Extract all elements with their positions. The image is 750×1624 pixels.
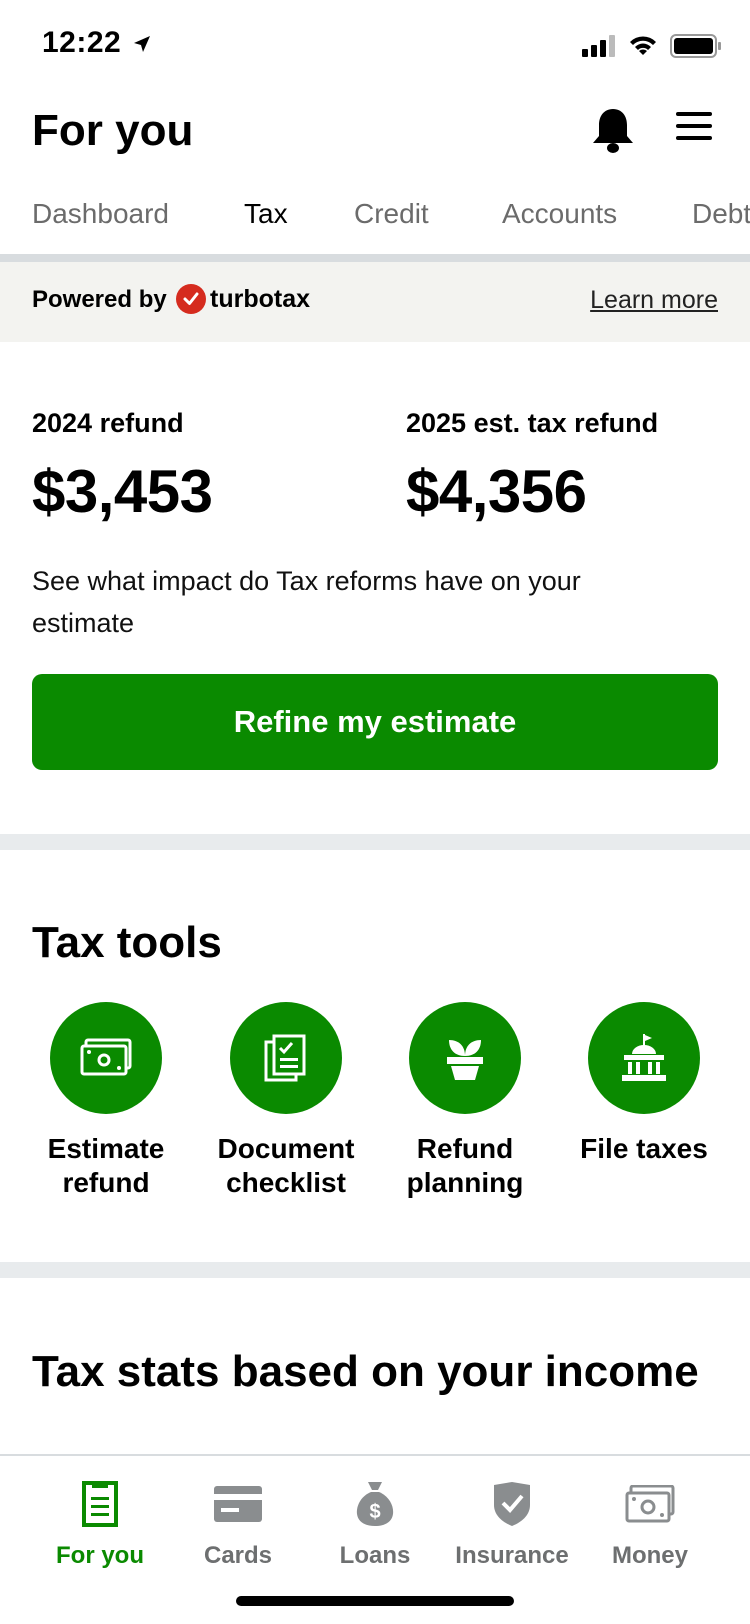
document-icon [30,1478,170,1530]
estimated-refund-label: 2025 est. tax refund [406,408,659,438]
money-bill-icon [580,1478,720,1530]
nav-label: Loans [339,1542,411,1569]
nav-for-you[interactable]: For you [30,1478,170,1570]
nav-label: Cards [203,1542,273,1569]
shield-check-icon [442,1478,582,1530]
turbotax-check-icon [176,284,206,314]
tool-file-taxes[interactable]: File taxes [554,1002,734,1166]
checklist-icon [230,1002,342,1114]
turbotax-logo: turbotax [176,284,310,314]
nav-loans[interactable]: $ Loans [305,1478,445,1570]
current-refund-value: $3,453 [32,458,213,525]
header: For you [0,92,750,180]
tab-bar: Dashboard Tax Credit Accounts Debt [0,180,750,262]
refund-description: See what impact do Tax reforms have on y… [32,566,581,638]
tab-dashboard[interactable]: Dashboard [32,198,169,230]
page-title: For you [32,106,194,155]
learn-more-link[interactable]: Learn more [590,286,718,315]
current-refund: 2024 refund $3,453 [32,408,213,526]
tool-estimate-refund[interactable]: Estimate refund [16,1002,196,1200]
refund-summary: 2024 refund $3,453 2025 est. tax refund … [0,342,750,834]
powered-by-label: Powered by [32,286,167,313]
tab-credit[interactable]: Credit [354,198,429,230]
turbotax-wordmark: turbotax [210,284,310,313]
tool-refund-planning[interactable]: Refund planning [375,1002,555,1200]
nav-label: For you [56,1542,144,1569]
bell-icon[interactable] [590,106,636,159]
estimated-refund-value: $4,356 [406,458,587,525]
wifi-icon [628,35,658,62]
section-divider [0,834,750,850]
plant-pot-icon [409,1002,521,1114]
tab-accounts[interactable]: Accounts [502,198,617,230]
status-time: 12:22 [42,26,122,59]
nav-cards[interactable]: Cards [168,1478,308,1570]
credit-card-icon [168,1478,308,1530]
battery-icon [670,34,722,63]
location-arrow-icon [132,34,152,59]
estimated-refund: 2025 est. tax refund $4,356 [406,408,658,526]
active-tab-indicator [210,254,322,262]
tool-label: File taxes [580,1133,708,1164]
tool-label: Estimate refund [47,1133,165,1198]
nav-label: Insurance [455,1542,569,1569]
home-indicator[interactable] [236,1596,514,1606]
government-building-icon [588,1002,700,1114]
menu-icon[interactable] [676,112,712,145]
refine-estimate-button[interactable]: Refine my estimate [32,674,718,770]
tax-stats-title: Tax stats based on your income [32,1347,699,1396]
current-refund-label: 2024 refund [32,408,184,438]
nav-label: Money [611,1542,688,1569]
svg-text:$: $ [369,1501,380,1523]
section-divider [0,1262,750,1278]
nav-insurance[interactable]: Insurance [442,1478,582,1570]
nav-money[interactable]: Money [580,1478,720,1570]
powered-by-banner: Powered by turbotax Learn more [0,262,750,342]
tool-document-checklist[interactable]: Document checklist [196,1002,376,1200]
tool-label: Document checklist [217,1133,355,1198]
tool-label: Refund planning [406,1133,524,1198]
cellular-signal-icon [582,35,616,62]
status-bar: 12:22 [0,0,750,92]
tax-tools-title: Tax tools [32,918,222,967]
money-bill-icon [50,1002,162,1114]
money-bag-icon: $ [305,1478,445,1530]
tab-debt[interactable]: Debt [692,198,750,230]
status-indicators [582,34,722,63]
tab-tax[interactable]: Tax [244,198,288,230]
